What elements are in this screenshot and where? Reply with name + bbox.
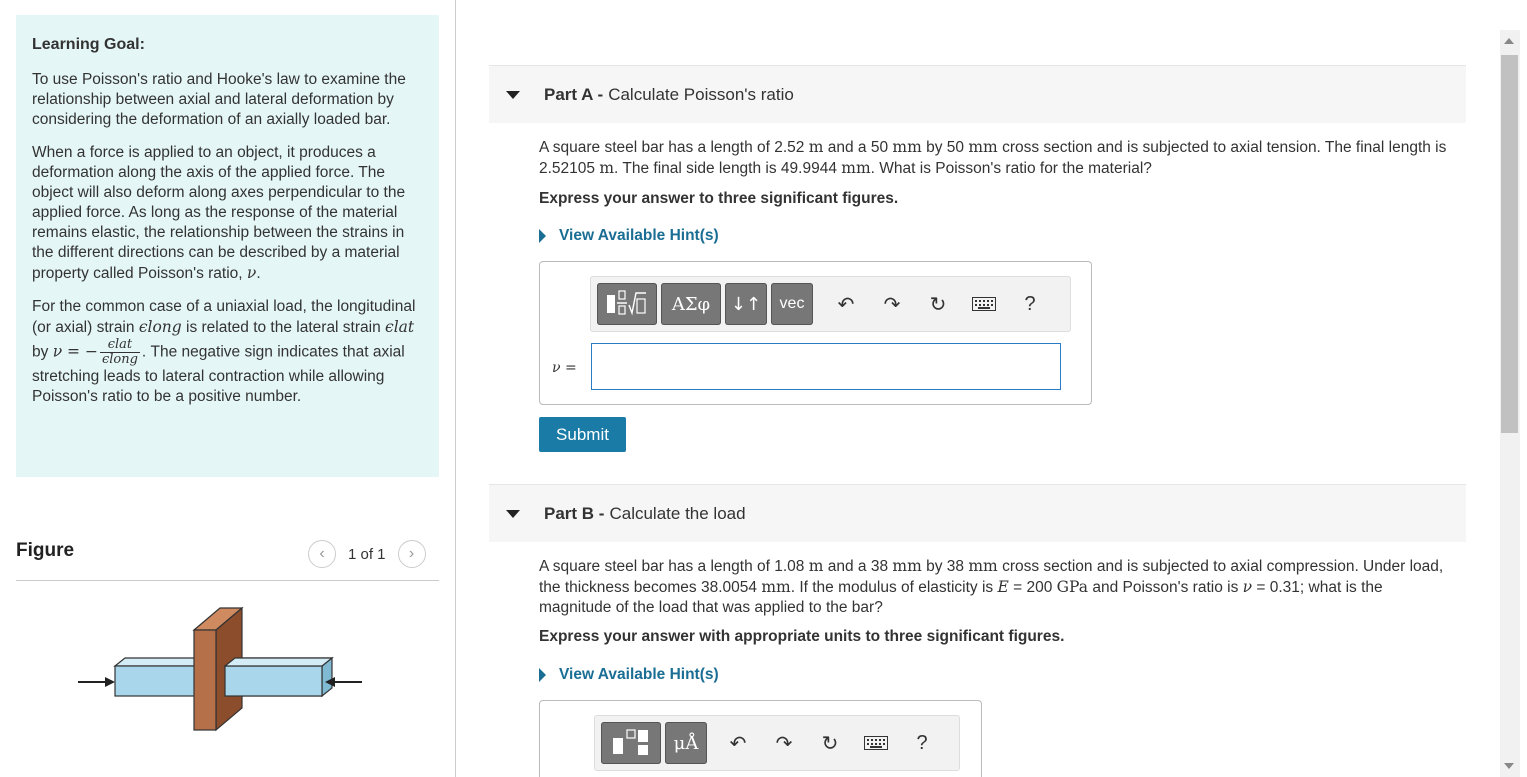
scroll-up-icon[interactable] <box>1504 38 1514 44</box>
caret-right-icon <box>539 229 546 243</box>
redo-icon[interactable]: ↷ <box>869 292 915 317</box>
math-toolbar: ΑΣφ ↓↑ vec ↶ ↷ ↻ ? <box>590 276 1071 332</box>
collapse-caret-icon[interactable] <box>506 509 520 518</box>
main-content: Part A - Calculate Poisson's ratio A squ… <box>456 0 1500 777</box>
elat-symbol: ϵlat <box>385 318 415 336</box>
keyboard-icon[interactable] <box>853 736 899 750</box>
greek-symbols-button[interactable]: ΑΣφ <box>661 283 721 325</box>
vector-button[interactable]: vec <box>771 283 813 325</box>
collapse-caret-icon[interactable] <box>506 90 520 99</box>
keyboard-icon[interactable] <box>961 297 1007 311</box>
scroll-down-icon[interactable] <box>1504 763 1514 769</box>
figure-pager: ‹ 1 of 1 › <box>308 540 426 568</box>
units-button[interactable]: μÅ <box>665 722 707 764</box>
strain-relation-text: For the common case of a uniaxial load, … <box>32 298 416 405</box>
poisson-ratio-input[interactable] <box>591 343 1061 390</box>
help-button[interactable]: ? <box>1007 293 1053 316</box>
submit-button[interactable]: Submit <box>539 417 626 452</box>
part-a-header[interactable]: Part A - Calculate Poisson's ratio <box>489 65 1466 123</box>
undo-icon[interactable]: ↶ <box>823 292 869 317</box>
elong-symbol: ϵlong <box>138 318 182 336</box>
learning-goal-title: Learning Goal: <box>32 36 145 53</box>
templates-button[interactable] <box>601 722 661 764</box>
learning-goal-text: To use Poisson's ratio and Hooke's law t… <box>32 71 406 128</box>
help-button[interactable]: ? <box>899 732 945 755</box>
left-panel: Learning Goal: To use Poisson's ratio an… <box>0 0 456 777</box>
answer-label: ν = <box>552 360 577 376</box>
scrollbar-thumb[interactable] <box>1501 55 1518 433</box>
part-a-instruction: Express your answer to three significant… <box>539 190 899 207</box>
plate-front <box>193 629 217 731</box>
keyboard-glyph <box>864 736 888 750</box>
templates-button[interactable] <box>597 283 657 325</box>
steel-bar-right <box>224 665 323 697</box>
part-a-title: Calculate Poisson's ratio <box>608 84 794 104</box>
poisson-intro-text: When a force is applied to an object, it… <box>32 144 406 282</box>
undo-icon[interactable]: ↶ <box>715 731 761 756</box>
part-b-problem-text: A square steel bar has a length of 1.08 … <box>539 557 1444 616</box>
part-a-hint-link[interactable]: View Available Hint(s) <box>539 227 719 245</box>
part-b-label: Part B - <box>544 503 605 523</box>
left-arrow-head <box>105 677 115 687</box>
figure-page-count: 1 of 1 <box>348 545 386 563</box>
units-toolbar: μÅ ↶ ↷ ↻ ? <box>594 715 960 771</box>
learning-goal-box: Learning Goal: To use Poisson's ratio an… <box>16 15 439 477</box>
chevron-right-icon: › <box>408 545 415 562</box>
part-b-hint-link[interactable]: View Available Hint(s) <box>539 666 719 684</box>
part-a-label: Part A - <box>544 84 604 104</box>
strain-fraction: ϵlat ϵlong <box>99 337 140 367</box>
reset-icon[interactable]: ↻ <box>915 292 961 317</box>
template-icon <box>613 729 648 755</box>
part-a-answer-box: ΑΣφ ↓↑ vec ↶ ↷ ↻ ? ν = <box>539 261 1092 405</box>
redo-icon[interactable]: ↷ <box>761 731 807 756</box>
part-a-problem-text: A square steel bar has a length of 2.52 … <box>539 138 1447 177</box>
reset-icon[interactable]: ↻ <box>807 731 853 756</box>
figure-title: Figure <box>16 540 75 561</box>
part-b-instruction: Express your answer with appropriate uni… <box>539 628 1065 645</box>
prev-figure-button[interactable]: ‹ <box>308 540 336 568</box>
bar-figure-image[interactable] <box>70 600 370 735</box>
next-figure-button[interactable]: › <box>397 540 426 568</box>
part-b-answer-box: μÅ ↶ ↷ ↻ ? <box>539 700 982 777</box>
part-b-header[interactable]: Part B - Calculate the load <box>489 484 1466 542</box>
chevron-left-icon: ‹ <box>319 545 325 562</box>
bar-top-right <box>223 657 334 667</box>
part-b-title: Calculate the load <box>609 503 746 523</box>
caret-right-icon <box>539 668 546 682</box>
template-icon <box>607 290 646 316</box>
poisson-formula: ν = − <box>52 342 98 361</box>
sub-superscript-button[interactable]: ↓↑ <box>725 283 767 325</box>
figure-divider <box>16 580 439 581</box>
keyboard-glyph <box>972 297 996 311</box>
